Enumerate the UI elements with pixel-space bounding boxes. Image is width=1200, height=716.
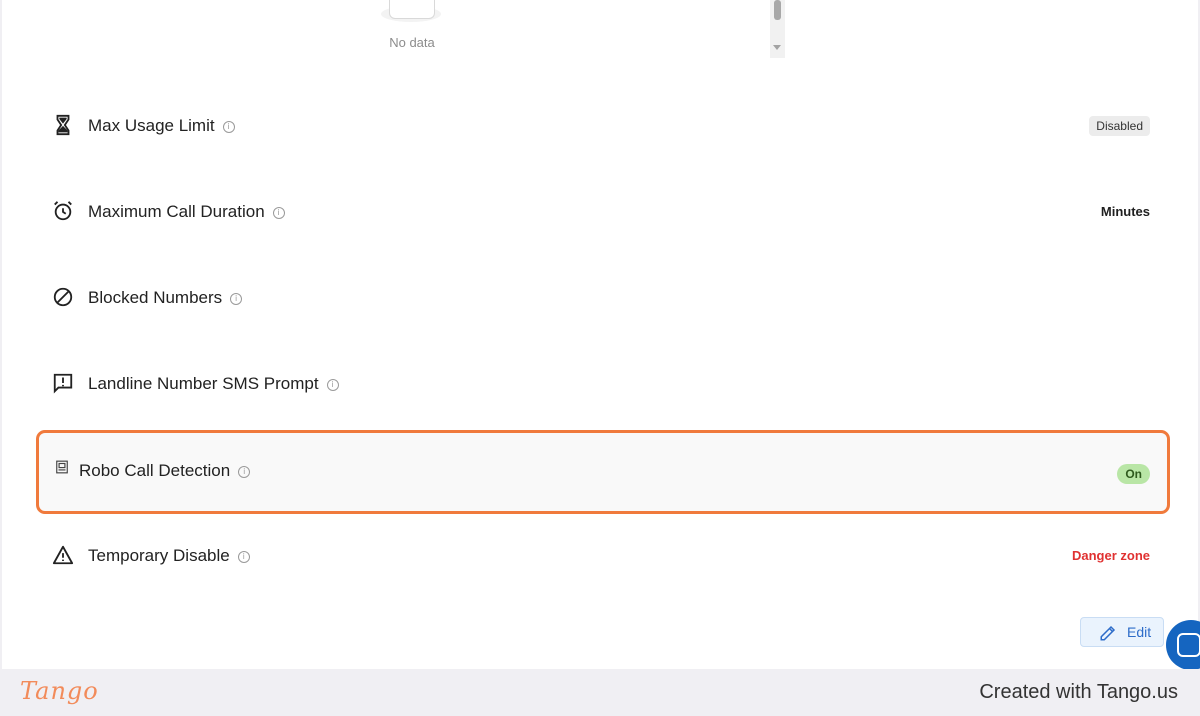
alarm-clock-icon — [54, 201, 72, 221]
setting-row-landline-number-sms-prompt[interactable]: Landline Number SMS Prompt i — [36, 344, 1170, 424]
danger-zone-label: Danger zone — [1071, 548, 1150, 563]
status-badge: On — [1117, 464, 1150, 484]
info-icon[interactable]: i — [230, 293, 243, 305]
setting-label: Robo Call Detection — [79, 461, 231, 480]
scroll-down-arrow[interactable] — [773, 45, 781, 50]
info-icon[interactable]: i — [272, 207, 285, 219]
edit-button-label: Edit — [1127, 624, 1152, 640]
tango-logo: Tango — [20, 677, 99, 705]
info-icon[interactable]: i — [237, 551, 250, 563]
pencil-icon — [1100, 625, 1116, 641]
edit-button[interactable]: Edit — [1080, 617, 1164, 647]
scrollbar[interactable] — [770, 0, 785, 58]
block-icon — [53, 287, 73, 307]
setting-label: Landline Number SMS Prompt — [88, 374, 319, 393]
setting-row-robo-call-detection[interactable]: Robo Call Detection i On — [36, 430, 1170, 514]
setting-row-temporary-disable[interactable]: Temporary Disable i Danger zone — [36, 516, 1170, 596]
footer-credit: Created with Tango.us — [979, 681, 1178, 703]
info-icon[interactable]: i — [222, 121, 235, 133]
chat-icon — [1177, 633, 1200, 657]
settings-panel: No data Max Usage Limit i Disabled Maximu… — [2, 0, 1198, 669]
warning-icon — [52, 545, 74, 565]
setting-row-blocked-numbers[interactable]: Blocked Numbers i — [36, 258, 1170, 338]
scrollbar-thumb[interactable] — [774, 0, 781, 20]
footer: Tango Created with Tango.us — [0, 669, 1200, 716]
setting-value: Minutes — [1100, 204, 1150, 219]
hourglass-icon — [56, 114, 70, 136]
empty-state-icon — [381, 0, 441, 22]
info-icon[interactable]: i — [238, 466, 251, 478]
info-icon[interactable]: i — [326, 379, 339, 391]
setting-row-max-usage-limit[interactable]: Max Usage Limit i Disabled — [36, 86, 1170, 166]
setting-row-maximum-call-duration[interactable]: Maximum Call Duration i Minutes — [36, 172, 1170, 252]
setting-label: Maximum Call Duration — [88, 202, 265, 221]
status-badge: Disabled — [1089, 116, 1150, 136]
setting-label: Blocked Numbers — [88, 288, 223, 307]
setting-label: Max Usage Limit — [88, 116, 215, 135]
empty-state-text: No data — [389, 35, 435, 50]
robot-icon — [56, 460, 68, 474]
setting-label: Temporary Disable — [88, 546, 230, 565]
message-alert-icon — [53, 373, 73, 394]
